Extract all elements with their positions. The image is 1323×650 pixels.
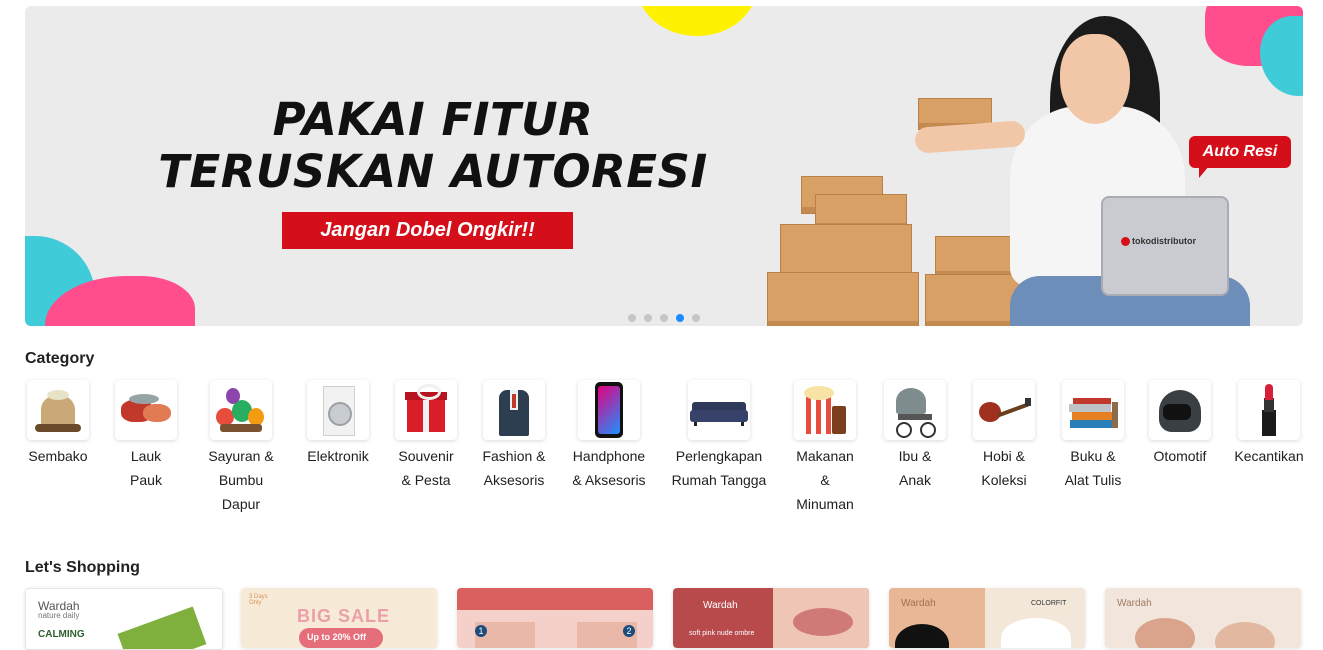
- product-image: [1135, 618, 1195, 648]
- category-label: Sembako: [28, 448, 88, 464]
- category-handphone[interactable]: Handphone & Aksesoris: [568, 380, 650, 492]
- category-ibu-anak[interactable]: Ibu & Anak: [882, 380, 948, 492]
- category-label: Handphone & Aksesoris: [572, 448, 646, 488]
- category-label: Elektronik: [307, 448, 369, 464]
- category-kecantikan[interactable]: Kecantikan: [1234, 380, 1304, 468]
- category-label: Lauk Pauk: [130, 448, 162, 488]
- laptop-logo: tokodistributor: [1121, 236, 1196, 247]
- carousel-dots: [628, 314, 700, 322]
- carousel-dot[interactable]: [644, 314, 652, 322]
- category-label: Hobi & Koleksi: [981, 448, 1027, 488]
- stroller-icon: [884, 380, 946, 440]
- popcorn-icon: [794, 380, 856, 440]
- model-image: [895, 624, 949, 648]
- model-face: [1060, 34, 1130, 124]
- laptop: tokodistributor: [1101, 196, 1229, 296]
- lipstick-icon: [1238, 380, 1300, 440]
- carousel-dot[interactable]: [628, 314, 636, 322]
- product-image: [1215, 622, 1275, 648]
- product-image: [117, 606, 207, 649]
- books-icon: [1062, 380, 1124, 440]
- carousel-dot[interactable]: [692, 314, 700, 322]
- decorative-blob: [1260, 16, 1303, 96]
- card-brand: Wardah: [703, 600, 738, 611]
- card-subtitle: 3 Days Only: [249, 594, 268, 606]
- cardboard-box: [935, 236, 1017, 278]
- gift-box-icon: [395, 380, 457, 440]
- step-number: 1: [475, 625, 487, 637]
- category-otomotif[interactable]: Otomotif: [1147, 380, 1213, 468]
- category-label: Kecantikan: [1234, 448, 1304, 464]
- decorative-blob: [637, 6, 757, 36]
- vegetables-icon: [210, 380, 272, 440]
- card-brand: Wardah: [901, 598, 936, 609]
- category-sembako[interactable]: Sembako: [25, 380, 91, 468]
- card-subtitle: nature daily: [38, 611, 80, 620]
- carousel-dot[interactable]: [660, 314, 668, 322]
- banner-headline-line1: PAKAI FITUR: [272, 93, 594, 146]
- banner-headline: PAKAI FITUR TERUSKAN AUTORESI: [153, 94, 713, 198]
- shopping-card[interactable]: 1 2: [457, 588, 653, 648]
- category-label: Otomotif: [1153, 448, 1207, 464]
- category-souvenir[interactable]: Souvenir & Pesta: [393, 380, 459, 492]
- card-subtitle: COLORFIT: [1031, 600, 1067, 607]
- banner-headline-line2: TERUSKAN AUTORESI: [158, 145, 708, 198]
- category-title: Category: [25, 350, 95, 367]
- promo-banner[interactable]: PAKAI FITUR TERUSKAN AUTORESI Jangan Dob…: [25, 6, 1303, 326]
- category-label: Sayuran & Bumbu Dapur: [208, 448, 274, 512]
- auto-resi-tag-tail: [1199, 166, 1209, 178]
- category-label: Buku & Alat Tulis: [1064, 448, 1122, 488]
- category-hobi[interactable]: Hobi & Koleksi: [970, 380, 1038, 492]
- category-sayuran[interactable]: Sayuran & Bumbu Dapur: [199, 380, 283, 516]
- card-text: CALMING: [38, 629, 85, 640]
- shopping-card[interactable]: 3 Days Only BIG SALE Up to 20% Off: [241, 588, 437, 648]
- sofa-icon: [688, 380, 750, 440]
- card-text: BIG SALE: [297, 606, 391, 626]
- card-text: soft pink nude ombre: [689, 630, 755, 637]
- cardboard-box: [767, 272, 919, 326]
- category-lauk-pauk[interactable]: Lauk Pauk: [113, 380, 179, 492]
- category-label: Makanan & Minuman: [796, 448, 854, 512]
- banner-subheadline: Jangan Dobel Ongkir!!: [282, 212, 573, 249]
- guitar-icon: [973, 380, 1035, 440]
- meat-fish-icon: [115, 380, 177, 440]
- category-label: Souvenir & Pesta: [398, 448, 454, 488]
- washing-machine-icon: [307, 380, 369, 440]
- suit-icon: [483, 380, 545, 440]
- rice-sack-icon: [27, 380, 89, 440]
- category-label: Fashion & Aksesoris: [482, 448, 546, 488]
- category-fashion[interactable]: Fashion & Aksesoris: [479, 380, 549, 492]
- lips-image: [793, 608, 853, 636]
- helmet-icon: [1149, 380, 1211, 440]
- shopping-card[interactable]: Wardah: [1105, 588, 1301, 648]
- carousel-dot[interactable]: [676, 314, 684, 322]
- card-header: [457, 588, 653, 610]
- auto-resi-tag: Auto Resi: [1189, 136, 1291, 168]
- shopping-title: Let's Shopping: [25, 559, 140, 576]
- smartphone-icon: [578, 380, 640, 440]
- shopping-card[interactable]: Wardah soft pink nude ombre: [673, 588, 869, 648]
- card-brand: Wardah: [1117, 598, 1152, 609]
- shopping-card[interactable]: Wardah COLORFIT: [889, 588, 1085, 648]
- category-perlengkapan[interactable]: Perlengkapan Rumah Tangga: [670, 380, 768, 492]
- category-elektronik[interactable]: Elektronik: [305, 380, 371, 468]
- category-label: Perlengkapan Rumah Tangga: [671, 448, 767, 488]
- category-label: Ibu & Anak: [898, 448, 932, 488]
- category-makanan[interactable]: Makanan & Minuman: [790, 380, 860, 516]
- category-buku[interactable]: Buku & Alat Tulis: [1058, 380, 1128, 492]
- step-number: 2: [623, 625, 635, 637]
